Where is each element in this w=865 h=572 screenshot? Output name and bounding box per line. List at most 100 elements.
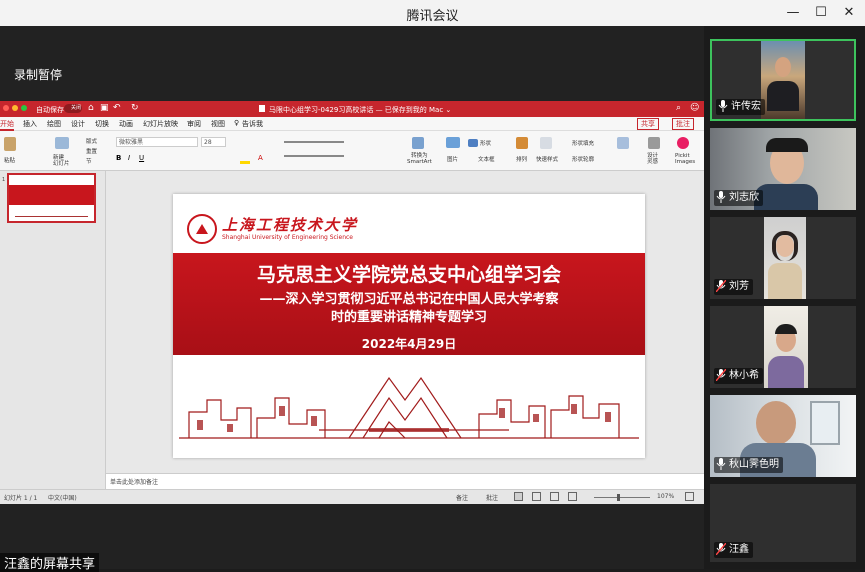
new-slide-icon[interactable]	[55, 137, 69, 149]
slide-title: 马克思主义学院党总支中心组学习会	[256, 264, 561, 286]
title-banner: 马克思主义学院党总支中心组学习会 ——深入学习贯彻习近平总书记在中国人民大学考察…	[173, 253, 645, 355]
reset-button[interactable]: 重置	[86, 147, 97, 155]
paste-icon[interactable]	[4, 137, 16, 151]
highlight-color-icon[interactable]	[240, 161, 250, 164]
picture-icon[interactable]	[446, 137, 460, 148]
zoom-level[interactable]: 107%	[657, 493, 674, 500]
reading-view-icon[interactable]	[550, 492, 559, 501]
participant-name: 刘芳	[729, 281, 749, 292]
underline-button[interactable]: U	[139, 154, 144, 162]
mic-icon	[716, 191, 726, 203]
zoom-slider-handle[interactable]	[617, 494, 620, 501]
redo-icon[interactable]: ↻	[131, 103, 139, 113]
language-status[interactable]: 中文(中国)	[48, 493, 77, 502]
autosave-label: 自动保存	[36, 106, 64, 114]
shape-outline-button[interactable]: 形状轮廓	[572, 155, 594, 163]
fit-slide-icon[interactable]	[685, 492, 694, 501]
notes-placeholder: 单击此处添加备注	[110, 479, 159, 486]
participant-tile[interactable]: 秋山霁色明	[710, 395, 856, 477]
section-button[interactable]: 节	[86, 157, 92, 165]
mic-muted-icon	[716, 369, 726, 381]
participant-name: 汪鑫	[729, 544, 749, 555]
paragraph-list-icons[interactable]	[284, 155, 344, 157]
participant-name: 刘志欣	[729, 192, 759, 203]
thumb-skyline	[15, 209, 88, 217]
participant-tile[interactable]: 刘志欣	[710, 128, 856, 210]
tab-review[interactable]: 审阅	[187, 119, 201, 129]
minimize-dot-icon[interactable]	[12, 105, 18, 111]
shape-fill-button[interactable]: 形状填充	[572, 139, 594, 147]
quick-style-icon[interactable]	[540, 137, 552, 149]
search-icon[interactable]: ⌕	[676, 103, 681, 113]
bold-button[interactable]: B	[116, 154, 121, 162]
sorter-view-icon[interactable]	[532, 492, 541, 501]
participant-tile[interactable]: 许传宏	[710, 39, 856, 121]
hair-shape	[775, 324, 797, 334]
close-button[interactable]: ✕	[838, 2, 860, 24]
notes-area[interactable]: 单击此处添加备注	[106, 473, 704, 489]
pickit-label: Pickit Images	[675, 153, 696, 165]
tab-draw[interactable]: 绘图	[47, 119, 61, 129]
tab-home[interactable]: 开始	[0, 119, 14, 131]
participant-tile[interactable]: 林小希	[710, 306, 856, 388]
designer-icon[interactable]	[648, 137, 660, 149]
picture-style-icon[interactable]	[617, 137, 629, 149]
font-size-select[interactable]: 28	[201, 137, 226, 147]
arrange-icon[interactable]	[516, 137, 528, 149]
window-shape	[810, 401, 840, 445]
tab-tell-me[interactable]: 告诉我	[242, 119, 263, 129]
shape-label: 形状	[480, 141, 492, 147]
university-logo-icon	[187, 214, 217, 244]
participant-name: 许传宏	[731, 101, 761, 112]
university-name-en: Shanghai University of Engineering Scien…	[222, 234, 353, 241]
university-name-cn: 上海工程技术大学	[222, 216, 359, 234]
layout-button[interactable]: 版式	[86, 137, 97, 145]
notes-toggle[interactable]: 备注	[456, 493, 468, 502]
zoom-slider[interactable]	[594, 497, 650, 498]
save-icon[interactable]: ▣	[100, 103, 109, 113]
font-name-select[interactable]: 微软雅黑	[116, 137, 198, 147]
home-icon[interactable]: ⌂	[88, 103, 94, 113]
feedback-icon[interactable]: ☺	[690, 103, 699, 113]
textbox-label[interactable]: 文本框	[478, 155, 495, 163]
comments-button[interactable]: 批注	[672, 118, 694, 130]
screen-share-label: 汪鑫的屏幕共享	[0, 553, 100, 572]
new-slide-label: 新建 幻灯片	[53, 155, 70, 167]
recording-status[interactable]: 录制暂停	[14, 66, 62, 83]
tab-insert[interactable]: 插入	[23, 119, 37, 129]
tab-view[interactable]: 视图	[211, 119, 225, 129]
undo-icon[interactable]: ↶	[113, 103, 121, 113]
comments-toggle[interactable]: 批注	[486, 493, 498, 502]
face-shape	[775, 57, 791, 77]
arrange-label: 排列	[516, 157, 528, 163]
minimize-button[interactable]: —	[782, 2, 804, 24]
mic-muted-icon	[716, 280, 726, 292]
tab-transitions[interactable]: 切换	[95, 119, 109, 129]
participant-tile[interactable]: 刘芳	[710, 217, 856, 299]
italic-button[interactable]: I	[128, 154, 130, 162]
tab-slideshow[interactable]: 幻灯片放映	[143, 119, 178, 129]
close-dot-icon[interactable]	[3, 105, 9, 111]
tab-animations[interactable]: 动画	[119, 119, 133, 129]
share-button[interactable]: 共享	[637, 118, 659, 130]
body-shape	[767, 81, 799, 111]
slide-subtitle-line2: 时的重要讲话精神专题学习	[330, 310, 487, 325]
maximize-button[interactable]: ☐	[810, 2, 832, 24]
mic-icon	[716, 458, 726, 470]
mic-icon	[718, 100, 728, 112]
slide[interactable]: 上海工程技术大学 Shanghai University of Engineer…	[173, 194, 645, 458]
pickit-icon[interactable]	[677, 137, 689, 149]
participant-gallery: 许传宏 刘志欣 刘芳 林小希 秋山霁色明 汪鑫	[704, 26, 865, 569]
font-color-button[interactable]: A	[258, 154, 263, 162]
shape-icon[interactable]	[468, 139, 478, 147]
autosave-toggle[interactable]: 关闭	[64, 104, 82, 113]
slideshow-view-icon[interactable]	[568, 492, 577, 501]
slide-thumbnail[interactable]	[7, 173, 96, 223]
slide-count: 幻灯片 1 / 1	[4, 495, 38, 502]
tab-design[interactable]: 设计	[71, 119, 85, 129]
paragraph-align-icons[interactable]	[284, 141, 344, 143]
maximize-dot-icon[interactable]	[21, 105, 27, 111]
smartart-icon[interactable]	[412, 137, 424, 149]
participant-tile[interactable]: 汪鑫	[710, 484, 856, 562]
normal-view-icon[interactable]	[514, 492, 523, 501]
